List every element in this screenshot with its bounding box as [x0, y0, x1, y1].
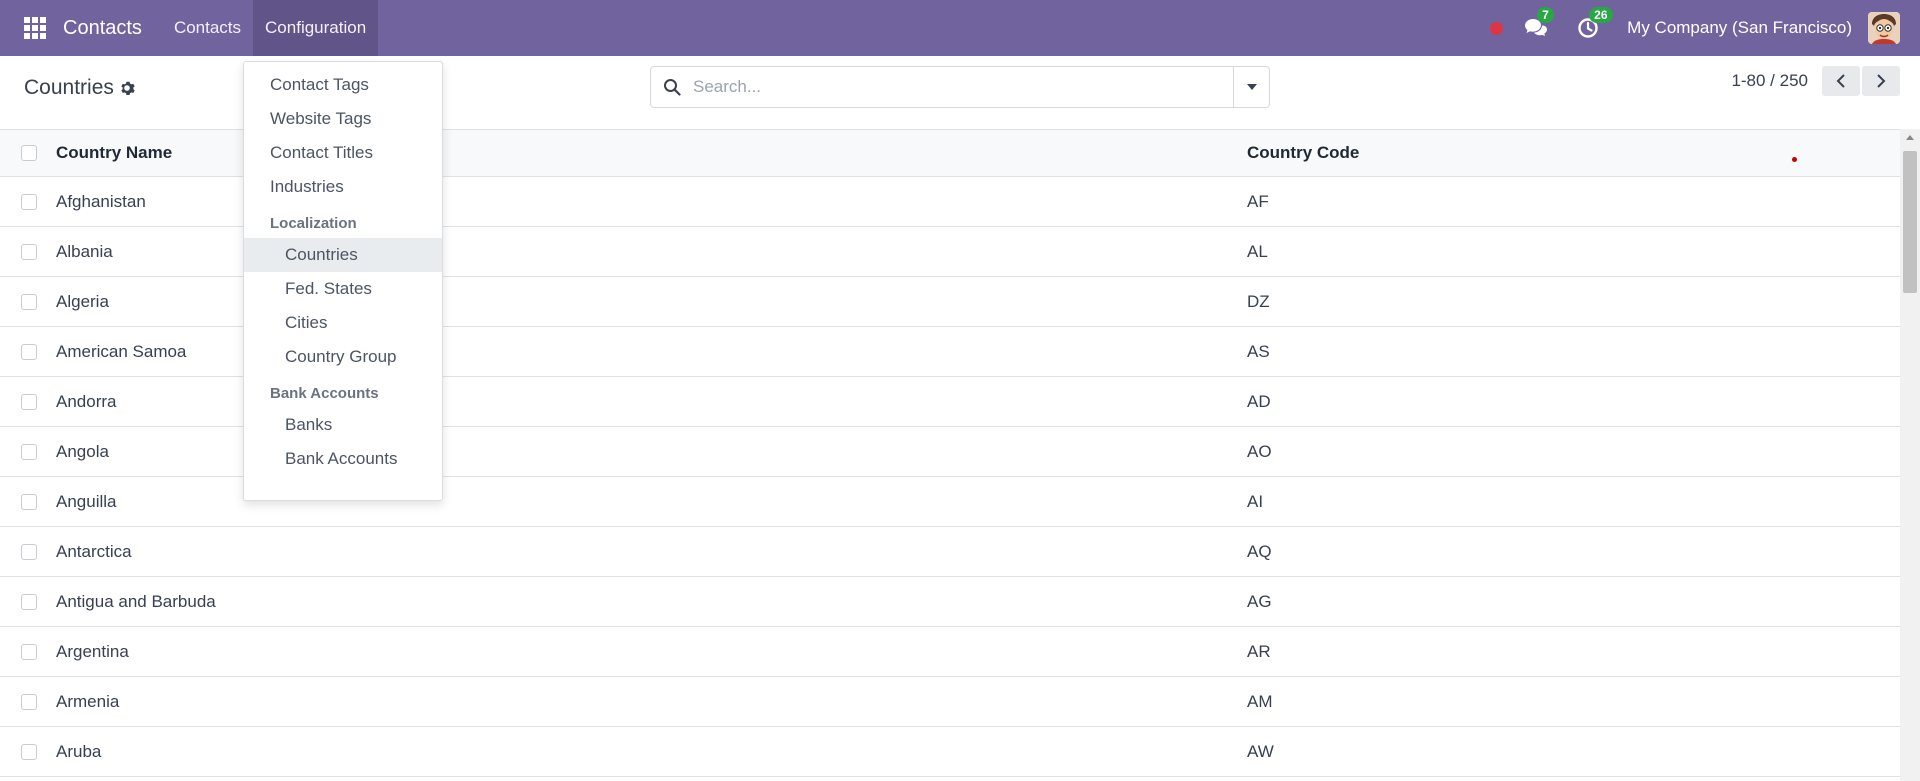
nav-item-configuration[interactable]: Configuration	[253, 0, 379, 56]
country-code: AO	[1247, 441, 1272, 461]
page-title: Countries	[24, 76, 135, 100]
search-icon	[651, 78, 693, 96]
row-checkbox[interactable]	[21, 443, 37, 460]
menu-item-contact-titles[interactable]: Contact Titles	[244, 136, 442, 170]
menu-section-bank-accounts: Bank Accounts	[270, 385, 379, 402]
country-code: AG	[1247, 591, 1272, 611]
chevron-right-icon	[1877, 74, 1886, 88]
pager-value[interactable]: 1-80 / 250	[1731, 71, 1808, 91]
activities-button[interactable]: 26	[1575, 7, 1613, 41]
menu-item-industries[interactable]: Industries	[244, 170, 442, 204]
apps-menu-icon[interactable]	[17, 10, 53, 46]
row-checkbox[interactable]	[21, 393, 37, 410]
table-row[interactable]: Argentina AR	[0, 627, 1900, 677]
scroll-up-arrow-icon[interactable]	[1906, 135, 1914, 140]
row-checkbox[interactable]	[21, 643, 37, 660]
country-code: AL	[1247, 241, 1268, 261]
row-checkbox[interactable]	[21, 693, 37, 710]
pager: 1-80 / 250	[1731, 66, 1900, 96]
menu-item-country-group[interactable]: Country Group	[244, 340, 442, 374]
country-code: AR	[1247, 641, 1271, 661]
country-name: Angola	[56, 441, 109, 461]
country-code: AM	[1247, 691, 1273, 711]
row-checkbox[interactable]	[21, 493, 37, 510]
activities-badge: 26	[1589, 7, 1613, 23]
menu-item-bank-accounts[interactable]: Bank Accounts	[244, 442, 442, 476]
list-scrollbar[interactable]	[1900, 129, 1920, 781]
breadcrumb-current: Countries	[24, 76, 114, 99]
country-name: Armenia	[56, 691, 120, 711]
country-code: AQ	[1247, 541, 1272, 561]
country-code: AS	[1247, 341, 1270, 361]
country-code: AD	[1247, 391, 1271, 411]
column-header-code[interactable]: Country Code	[1247, 143, 1900, 163]
row-checkbox[interactable]	[21, 743, 37, 760]
country-name: Argentina	[56, 641, 129, 661]
menu-section-localization: Localization	[270, 215, 357, 232]
chevron-left-icon	[1836, 74, 1845, 88]
menu-item-cities[interactable]: Cities	[244, 306, 442, 340]
caret-down-icon	[1246, 84, 1257, 90]
messages-button[interactable]: 7	[1523, 7, 1554, 41]
country-name: American Samoa	[56, 341, 187, 361]
country-code: AF	[1247, 191, 1269, 211]
row-checkbox[interactable]	[21, 293, 37, 310]
user-avatar[interactable]	[1868, 12, 1900, 44]
table-row[interactable]: Antigua and Barbuda AG	[0, 577, 1900, 627]
country-name: Albania	[56, 241, 113, 261]
nav-item-contacts[interactable]: Contacts	[162, 0, 253, 56]
messages-badge: 7	[1537, 7, 1554, 23]
row-checkbox[interactable]	[21, 543, 37, 560]
top-navbar: Contacts Contacts Configuration 7 26 My …	[0, 0, 1920, 56]
scroll-thumb[interactable]	[1903, 151, 1917, 293]
country-name: Antarctica	[56, 541, 132, 561]
select-all-checkbox[interactable]	[21, 145, 37, 161]
menu-item-website-tags[interactable]: Website Tags	[244, 102, 442, 136]
menu-item-contact-tags[interactable]: Contact Tags	[244, 68, 442, 102]
pager-next-button[interactable]	[1862, 66, 1900, 96]
country-code: AI	[1247, 491, 1264, 511]
gear-icon[interactable]	[119, 80, 135, 96]
row-checkbox[interactable]	[21, 193, 37, 210]
menu-item-banks[interactable]: Banks	[244, 408, 442, 442]
app-brand[interactable]: Contacts	[63, 17, 142, 40]
pager-previous-button[interactable]	[1822, 66, 1860, 96]
cursor-mark	[1792, 157, 1797, 162]
table-row[interactable]: Aruba AW	[0, 727, 1900, 777]
row-checkbox[interactable]	[21, 593, 37, 610]
country-name: Andorra	[56, 391, 117, 411]
country-code: AW	[1247, 741, 1274, 761]
configuration-dropdown: Contact Tags Website Tags Contact Titles…	[243, 61, 443, 501]
country-code: DZ	[1247, 291, 1270, 311]
column-header-name[interactable]: Country Name	[56, 143, 1247, 163]
search-input[interactable]	[693, 68, 1233, 106]
country-name: Algeria	[56, 291, 109, 311]
search-bar	[650, 66, 1270, 108]
menu-item-countries[interactable]: Countries	[244, 238, 442, 272]
company-switcher[interactable]: My Company (San Francisco)	[1627, 18, 1852, 38]
row-checkbox[interactable]	[21, 243, 37, 260]
table-row[interactable]: Antarctica AQ	[0, 527, 1900, 577]
country-name: Afghanistan	[56, 191, 146, 211]
country-name: Aruba	[56, 741, 102, 761]
table-row[interactable]: Armenia AM	[0, 677, 1900, 727]
country-name: Antigua and Barbuda	[56, 591, 216, 611]
row-checkbox[interactable]	[21, 343, 37, 360]
country-name: Anguilla	[56, 491, 117, 511]
menu-item-fed-states[interactable]: Fed. States	[244, 272, 442, 306]
recording-indicator[interactable]	[1490, 21, 1504, 35]
search-options-toggle[interactable]	[1233, 67, 1269, 107]
